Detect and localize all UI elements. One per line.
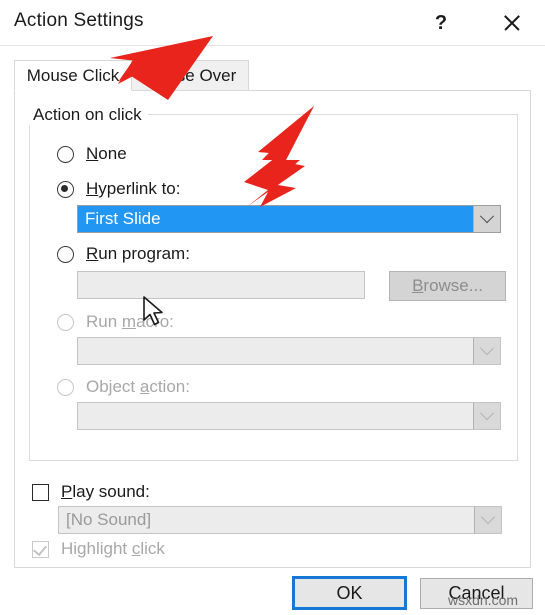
tab-strip: Mouse Click Mouse Over xyxy=(14,60,531,91)
radio-hyperlink-to-label: Hyperlink to: xyxy=(86,179,181,198)
run-macro-dropdown-button[interactable] xyxy=(473,338,500,364)
radio-hyperlink-to[interactable] xyxy=(57,180,74,198)
radio-row-none[interactable]: None xyxy=(57,143,127,165)
run-program-input[interactable] xyxy=(77,271,365,299)
title-bar: Action Settings ? xyxy=(0,0,545,46)
page-title: Action Settings xyxy=(14,10,144,31)
radio-object-action-label: Object action: xyxy=(86,377,190,396)
tab-page-mouse-click: None Hyperlink to: First Slide Run progr… xyxy=(14,90,531,568)
object-action-value[interactable] xyxy=(78,403,473,429)
hyperlink-to-dropdown-button[interactable] xyxy=(473,206,500,232)
hyperlink-to-value[interactable]: First Slide xyxy=(78,206,473,232)
checkbox-play-sound[interactable] xyxy=(32,483,49,501)
ok-button-label: OK xyxy=(336,582,363,603)
object-action-combobox[interactable] xyxy=(77,402,501,430)
radio-none[interactable] xyxy=(57,145,74,163)
radio-row-hyperlink-to[interactable]: Hyperlink to: xyxy=(57,178,180,200)
radio-run-macro[interactable] xyxy=(57,313,74,331)
radio-row-run-macro[interactable]: Run macro: xyxy=(57,311,174,333)
tab-mouse-over-label: Mouse Over xyxy=(143,65,237,85)
ok-button[interactable]: OK xyxy=(292,576,407,610)
browse-button-label: Browse... xyxy=(412,276,483,295)
radio-none-label: None xyxy=(86,144,127,163)
run-macro-value[interactable] xyxy=(78,338,473,364)
checkbox-highlight-click[interactable] xyxy=(32,540,49,558)
radio-object-action[interactable] xyxy=(57,378,74,396)
sound-dropdown-button[interactable] xyxy=(474,507,501,533)
tab-mouse-over[interactable]: Mouse Over xyxy=(132,60,249,91)
radio-run-macro-label: Run macro: xyxy=(86,312,174,331)
checkbox-play-sound-label: Play sound: xyxy=(61,482,150,501)
checkbox-row-play-sound[interactable]: Play sound: xyxy=(32,481,150,503)
chevron-down-icon xyxy=(479,209,495,224)
tab-mouse-click-label: Mouse Click xyxy=(26,65,120,85)
checkbox-highlight-click-label: Highlight click xyxy=(61,539,165,558)
hyperlink-to-combobox[interactable]: First Slide xyxy=(77,205,501,233)
browse-button[interactable]: Browse... xyxy=(389,271,506,301)
radio-run-program[interactable] xyxy=(57,245,74,263)
close-icon xyxy=(502,13,522,33)
chevron-down-icon xyxy=(479,406,495,421)
close-button[interactable] xyxy=(489,6,535,40)
watermark: wsxdn.com xyxy=(448,592,519,608)
chevron-down-icon xyxy=(479,341,495,356)
sound-combobox[interactable]: [No Sound] xyxy=(58,506,502,534)
run-macro-combobox[interactable] xyxy=(77,337,501,365)
radio-run-program-label: Run program: xyxy=(86,244,190,263)
tab-mouse-click[interactable]: Mouse Click xyxy=(14,60,132,91)
group-legend: Action on click xyxy=(27,105,148,125)
radio-row-run-program[interactable]: Run program: xyxy=(57,243,190,265)
checkbox-row-highlight-click[interactable]: Highlight click xyxy=(32,538,165,560)
radio-row-object-action[interactable]: Object action: xyxy=(57,376,190,398)
help-button[interactable]: ? xyxy=(418,6,464,40)
sound-value[interactable]: [No Sound] xyxy=(59,507,474,533)
action-settings-dialog: Action Settings ? Mouse Click Mouse Over… xyxy=(0,0,545,615)
object-action-dropdown-button[interactable] xyxy=(473,403,500,429)
chevron-down-icon xyxy=(480,510,496,525)
